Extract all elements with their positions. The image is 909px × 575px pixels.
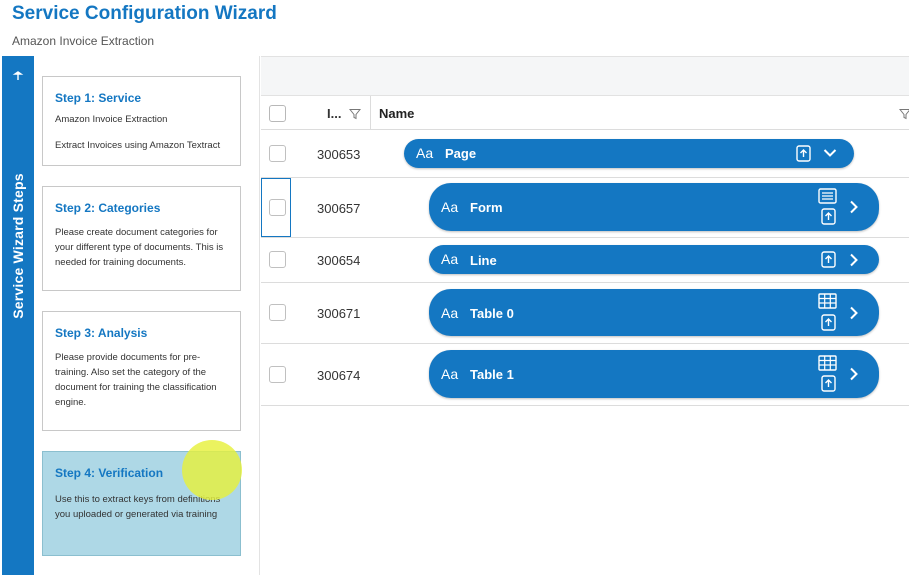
chevron-right-icon[interactable] (849, 367, 859, 381)
step-text: Please provide documents for pre-trainin… (55, 352, 217, 408)
step-card-categories[interactable]: Step 2: Categories Please create documen… (42, 186, 241, 291)
pill-label: Table 1 (470, 367, 514, 382)
step-card-analysis[interactable]: Step 3: Analysis Please provide document… (42, 311, 241, 431)
pill-label: Line (470, 253, 497, 268)
service-configuration-wizard: Service Configuration Wizard Amazon Invo… (0, 0, 909, 575)
step-title: Step 1: Service (55, 91, 142, 105)
row-id: 300674 (317, 368, 361, 383)
text-type-icon: Aa (441, 305, 459, 321)
chevron-right-icon[interactable] (849, 200, 859, 214)
row-checkbox[interactable] (269, 366, 286, 383)
wizard-steps-rail[interactable]: Service Wizard Steps (2, 56, 34, 575)
table-row[interactable]: 300657 Aa Form (261, 178, 909, 238)
step-title: Step 2: Categories (55, 201, 161, 215)
row-checkbox[interactable] (269, 145, 286, 162)
steps-panel: Step 1: Service Amazon Invoice Extractio… (34, 56, 260, 575)
definition-pill-line[interactable]: Aa Line (429, 245, 879, 274)
pill-label: Form (470, 200, 503, 215)
chevron-right-icon[interactable] (849, 306, 859, 320)
definition-pill-table-1[interactable]: Aa Table 1 (429, 350, 879, 398)
page-title: Service Configuration Wizard (12, 3, 277, 24)
step-card-service[interactable]: Step 1: Service Amazon Invoice Extractio… (42, 76, 241, 166)
pill-label: Page (445, 146, 477, 161)
chevron-down-icon[interactable] (823, 148, 837, 158)
form-list-icon[interactable] (818, 188, 837, 204)
table-grid-icon[interactable] (818, 293, 837, 309)
row-id: 300671 (317, 306, 361, 321)
upload-icon[interactable] (796, 145, 811, 162)
upload-icon[interactable] (821, 208, 836, 225)
step-text: Please create document categories for yo… (55, 227, 224, 268)
definitions-grid: I... Name 300653 Aa Page 300657 Aa Form … (261, 56, 909, 575)
table-row[interactable]: 300674 Aa Table 1 (261, 344, 909, 406)
grid-header: I... Name (261, 96, 909, 130)
row-id: 300653 (317, 147, 361, 162)
row-checkbox[interactable] (269, 304, 286, 321)
filter-icon[interactable] (899, 108, 909, 120)
column-header-name[interactable]: Name (379, 106, 414, 121)
table-row[interactable]: 300671 Aa Table 0 (261, 283, 909, 344)
page-subtitle: Amazon Invoice Extraction (12, 34, 155, 48)
upload-icon[interactable] (821, 251, 836, 268)
table-grid-icon[interactable] (818, 355, 837, 371)
step-title: Step 3: Analysis (55, 326, 148, 340)
pin-icon[interactable] (12, 70, 24, 82)
step-text: Amazon Invoice Extraction (55, 114, 168, 125)
filter-icon[interactable] (349, 108, 361, 120)
column-divider[interactable] (370, 96, 371, 130)
definition-pill-table-0[interactable]: Aa Table 0 (429, 289, 879, 336)
select-all-checkbox[interactable] (269, 105, 286, 122)
text-type-icon: Aa (416, 145, 434, 161)
upload-icon[interactable] (821, 314, 836, 331)
table-row[interactable]: 300654 Aa Line (261, 238, 909, 283)
step-text: Extract Invoices using Amazon Textract (55, 140, 221, 151)
row-checkbox[interactable] (269, 199, 286, 216)
text-type-icon: Aa (441, 251, 459, 267)
rail-label: Service Wizard Steps (10, 173, 26, 319)
row-id: 300657 (317, 201, 361, 216)
upload-icon[interactable] (821, 375, 836, 392)
row-id: 300654 (317, 253, 361, 268)
row-checkbox[interactable] (269, 251, 286, 268)
grid-toolbar (261, 56, 909, 96)
table-row[interactable]: 300653 Aa Page (261, 130, 909, 178)
text-type-icon: Aa (441, 366, 459, 382)
pill-label: Table 0 (470, 306, 514, 321)
text-type-icon: Aa (441, 199, 459, 215)
chevron-right-icon[interactable] (849, 253, 859, 267)
cursor-highlight (182, 440, 242, 500)
column-header-id[interactable]: I... (327, 106, 341, 121)
definition-pill-page[interactable]: Aa Page (404, 139, 854, 168)
definition-pill-form[interactable]: Aa Form (429, 183, 879, 231)
